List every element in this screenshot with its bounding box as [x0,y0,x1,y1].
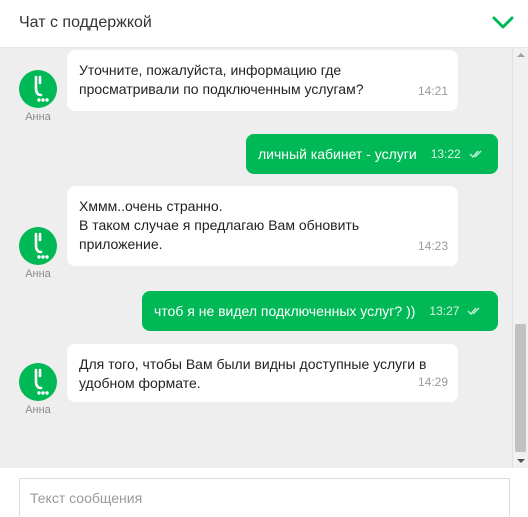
megafon-logo-icon [34,232,49,259]
double-check-icon [467,307,480,316]
arrow-up-icon [517,53,525,57]
message-time: 14:23 [417,239,448,253]
outgoing-message: личный кабинет - услуги 13:22 [246,134,498,174]
incoming-message: Хммм..очень странно. В таком случае я пр… [67,186,458,266]
message-line: Уточните, пожалуйста, информацию где [79,62,342,78]
agent-avatar [19,363,57,401]
message-line: Хммм..очень странно. [79,198,223,214]
message-list-scrollbar[interactable] [512,48,528,468]
message-time: 13:22 [430,146,461,161]
message-time: 14:29 [417,375,448,389]
message-time: 14:21 [417,84,448,98]
agent-name: Анна [25,404,51,416]
agent-avatar [19,70,57,108]
incoming-message: Для того, чтобы Вам были видны доступные… [67,344,458,402]
message-time: 13:27 [429,303,460,318]
message-list[interactable]: Анна Уточните, пожалуйста, информацию гд… [0,48,528,468]
incoming-message: Уточните, пожалуйста, информацию где про… [67,50,458,111]
collapse-chat-button[interactable] [490,12,516,34]
message-line: В таком случае я предлагаю Вам обновить [79,217,360,233]
scroll-up-button[interactable] [513,48,528,62]
outgoing-message: чтоб я не видел подключенных услуг? )) 1… [142,291,498,331]
megafon-logo-icon [34,75,49,102]
message-line: Для того, чтобы Вам были видны доступные… [79,356,427,372]
arrow-down-icon [517,459,525,463]
chat-title: Чат с поддержкой [19,14,152,31]
chevron-down-icon [492,16,514,29]
agent-name: Анна [25,111,51,123]
message-line: просматривали по подключенным услугам? [79,81,364,97]
scroll-down-button[interactable] [513,454,528,468]
message-line: приложение. [79,236,163,252]
scrollbar-thumb[interactable] [515,324,526,452]
agent-name: Анна [25,268,51,280]
message-text: личный кабинет - услуги [258,145,417,162]
message-line: удобном формате. [79,375,201,391]
chat-header: Чат с поддержкой [0,0,528,48]
double-check-icon [469,150,482,159]
message-input[interactable] [19,478,510,516]
message-text: чтоб я не видел подключенных услуг? )) [154,302,416,319]
agent-avatar [19,227,57,265]
composer [0,468,528,517]
megafon-logo-icon [34,368,49,395]
